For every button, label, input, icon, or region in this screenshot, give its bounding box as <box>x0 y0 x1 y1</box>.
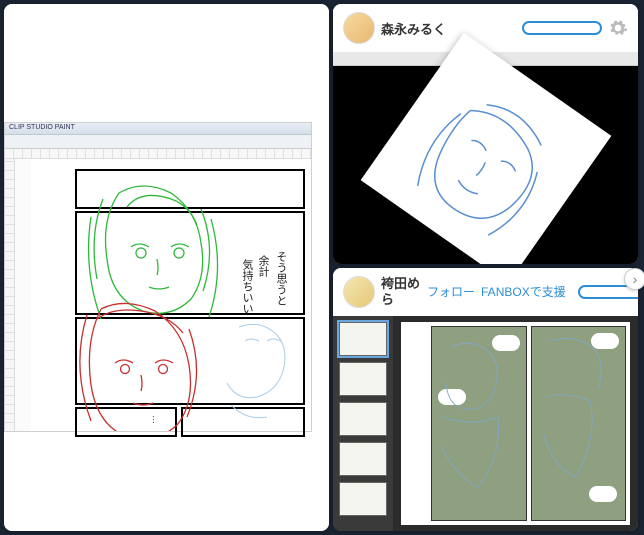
sketch-layer <box>532 327 626 520</box>
main-stream-card: CLIP STUDIO PAINT <box>4 4 329 531</box>
dialogue-text: … <box>151 415 161 424</box>
stream-preview[interactable] <box>333 316 638 531</box>
sketch-layer <box>31 159 311 431</box>
page-info-strip <box>405 326 427 521</box>
main-stream-preview: CLIP STUDIO PAINT <box>4 4 329 531</box>
next-page-button[interactable]: › <box>624 268 644 290</box>
page-thumbnails <box>333 316 393 531</box>
gear-icon[interactable] <box>608 18 628 38</box>
dialogue-text: そう思うと <box>273 251 289 306</box>
page-thumb[interactable] <box>339 322 387 356</box>
page-thumb[interactable] <box>339 442 387 476</box>
page-thumb[interactable] <box>339 402 387 436</box>
stream-card[interactable]: 袴田めら フォロー FANBOXで支援 <box>333 268 638 531</box>
ruler-vertical <box>5 159 15 431</box>
username[interactable]: 袴田めら <box>381 276 421 307</box>
app-toolbar <box>5 135 311 149</box>
avatar[interactable] <box>343 12 375 44</box>
sketch-layer <box>432 327 526 520</box>
page-thumb[interactable] <box>339 362 387 396</box>
fanbox-support-link[interactable]: FANBOXで支援 <box>481 285 566 299</box>
stream-header: 森永みるく <box>333 4 638 52</box>
stream-header: 袴田めら フォロー FANBOXで支援 <box>333 268 638 316</box>
manga-panel-right <box>531 326 627 521</box>
drawing-app-window: CLIP STUDIO PAINT <box>4 122 312 432</box>
canvas: そう思うと 余計 気持ちいい … <box>31 159 311 431</box>
stream-preview[interactable] <box>333 52 638 264</box>
ruler-horizontal <box>5 149 311 159</box>
app-titlebar: CLIP STUDIO PAINT <box>5 123 311 135</box>
stream-card[interactable]: 森永みるく <box>333 4 638 264</box>
follow-link[interactable]: フォロー <box>427 285 475 299</box>
page-thumb[interactable] <box>339 482 387 516</box>
manga-panel-left <box>431 326 527 521</box>
manga-spread <box>401 322 630 525</box>
chevron-right-icon: › <box>633 271 638 287</box>
rotated-canvas <box>360 33 611 264</box>
progress-bar <box>522 21 602 35</box>
dialogue-text: 余計 <box>255 255 271 277</box>
avatar[interactable] <box>343 276 375 308</box>
username[interactable]: 森永みるく <box>381 19 446 38</box>
dialogue-text: 気持ちいい <box>239 259 255 314</box>
